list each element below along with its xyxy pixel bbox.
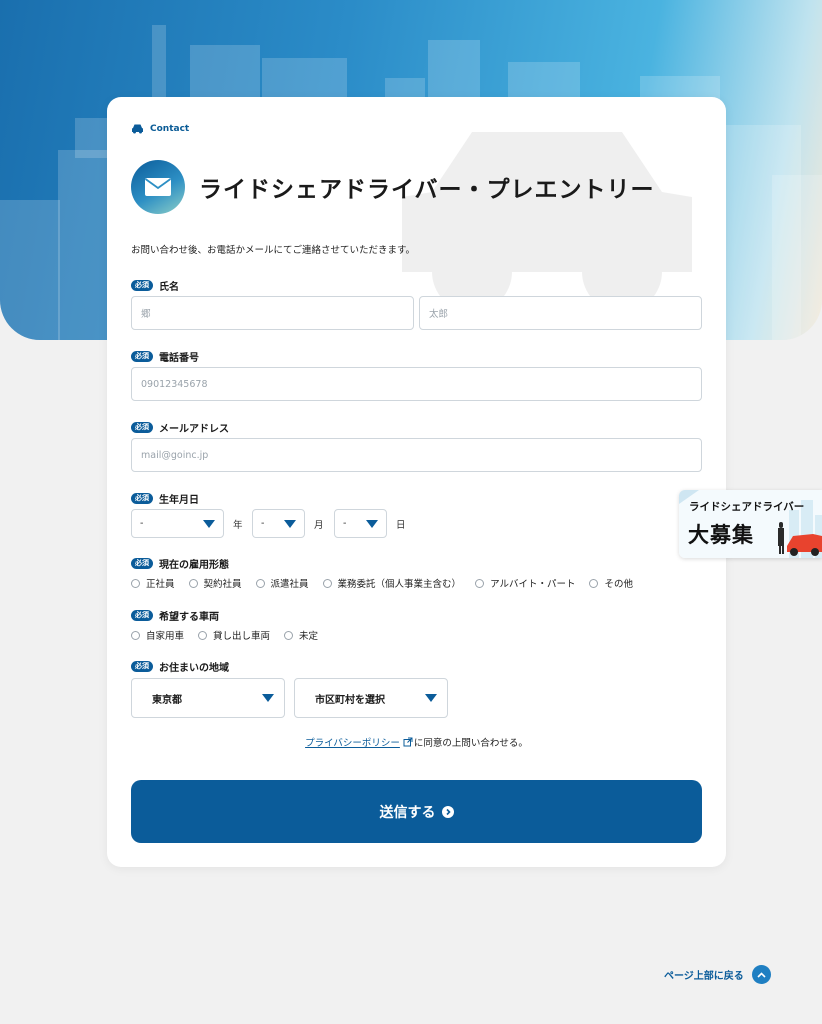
recruit-banner[interactable]: ライドシェアドライバー 大募集 [679, 490, 822, 558]
required-badge: 必須 [131, 558, 153, 569]
email-input[interactable]: mail@goinc.jp [131, 438, 702, 472]
employment-radio-fulltime[interactable]: 正社員 [131, 576, 175, 590]
required-badge: 必須 [131, 351, 153, 362]
birth-label-row: 必須 生年月日 [131, 491, 199, 506]
phone-input[interactable]: 09012345678 [131, 367, 702, 401]
phone-label: 電話番号 [159, 353, 199, 364]
banner-line1: ライドシェアドライバー [689, 501, 805, 513]
chevron-down-icon [284, 519, 296, 528]
vehicle-radio-rental[interactable]: 貸し出し車両 [198, 628, 270, 642]
birth-year-value: - [140, 518, 144, 529]
back-to-top-link[interactable]: ページ上部に戻る [664, 965, 771, 984]
contact-label: Contact [150, 123, 190, 134]
radio-circle[interactable] [475, 578, 485, 588]
required-badge: 必須 [131, 610, 153, 621]
employment-label: 現在の雇用形態 [159, 560, 229, 571]
region-label: お住まいの地域 [159, 663, 229, 674]
radio-circle[interactable] [131, 578, 140, 588]
page-title: ライドシェアドライバー・プレエントリー [199, 177, 655, 203]
name-label-row: 必須 氏名 [131, 278, 179, 293]
year-unit: 年 [233, 520, 243, 531]
vehicle-radio-group: 自家用車 貸し出し車両 未定 [131, 628, 332, 642]
city-select[interactable]: 市区町村を選択 [294, 678, 448, 718]
prefecture-select[interactable]: 東京都 [131, 678, 285, 718]
birth-label: 生年月日 [159, 495, 199, 506]
contact-heading: Contact [131, 123, 189, 134]
arrow-right-circle-icon [441, 805, 454, 818]
employment-label-row: 必須 現在の雇用形態 [131, 556, 229, 571]
last-name-input[interactable]: 郷 [131, 296, 414, 330]
first-name-input[interactable]: 太郎 [419, 296, 702, 330]
region-label-row: 必須 お住まいの地域 [131, 659, 229, 674]
month-unit: 月 [314, 520, 324, 531]
employment-radio-parttime[interactable]: アルバイト・パート [475, 576, 575, 590]
birth-day-value: - [343, 518, 347, 529]
email-label: メールアドレス [159, 424, 229, 435]
privacy-consent: プライバシーポリシー に同意の上問い合わせる。 [107, 735, 726, 749]
birth-month-select[interactable]: - [252, 509, 305, 538]
privacy-policy-link[interactable]: プライバシーポリシー [305, 738, 400, 749]
city-value: 市区町村を選択 [315, 694, 385, 706]
employment-radio-other[interactable]: その他 [589, 576, 633, 590]
required-badge: 必須 [131, 661, 153, 672]
external-link-icon [403, 737, 413, 747]
title-row: ライドシェアドライバー・プレエントリー [131, 160, 655, 214]
email-label-row: 必須 メールアドレス [131, 420, 229, 435]
required-badge: 必須 [131, 422, 153, 433]
name-label: 氏名 [159, 282, 179, 293]
red-car-graphic [778, 522, 822, 556]
back-to-top-label: ページ上部に戻る [664, 971, 744, 982]
radio-circle[interactable] [589, 578, 599, 588]
birth-day-select[interactable]: - [334, 509, 387, 538]
envelope-icon [144, 178, 172, 196]
vehicle-label-row: 必須 希望する車両 [131, 608, 219, 623]
radio-circle[interactable] [255, 578, 265, 588]
radio-circle[interactable] [322, 578, 332, 588]
radio-circle[interactable] [188, 578, 198, 588]
day-unit: 日 [396, 520, 406, 531]
radio-circle[interactable] [131, 630, 140, 640]
contact-form-card: Contact ライドシェアドライバー・プレエントリー お問い合わせ後、お電話か… [107, 97, 726, 867]
employment-radio-group: 正社員 契約社員 派遣社員 業務委託（個人事業主含む） アルバイト・パート その… [131, 576, 647, 590]
vehicle-radio-undecided[interactable]: 未定 [284, 628, 318, 642]
required-badge: 必須 [131, 280, 153, 291]
chevron-up-icon [751, 965, 771, 984]
mail-badge [131, 160, 185, 214]
submit-button[interactable]: 送信する [131, 780, 702, 843]
chevron-down-icon [262, 694, 274, 702]
radio-circle[interactable] [198, 630, 208, 640]
banner-line2: 大募集 [688, 523, 754, 547]
employment-radio-outsourcing[interactable]: 業務委託（個人事業主含む） [322, 576, 461, 590]
birth-year-select[interactable]: - [131, 509, 224, 538]
chevron-down-icon [425, 694, 437, 702]
submit-label: 送信する [379, 804, 436, 821]
car-icon [132, 124, 143, 134]
chevron-down-icon [203, 519, 215, 528]
required-badge: 必須 [131, 493, 153, 504]
car-watermark-icon [402, 132, 692, 312]
radio-circle[interactable] [284, 630, 294, 640]
chevron-down-icon [366, 519, 378, 528]
phone-label-row: 必須 電話番号 [131, 349, 199, 364]
prefecture-value: 東京都 [152, 694, 182, 706]
privacy-suffix: に同意の上問い合わせる。 [413, 738, 528, 749]
employment-radio-dispatch[interactable]: 派遣社員 [255, 576, 309, 590]
lead-text: お問い合わせ後、お電話かメールにてご連絡させていただきます。 [131, 245, 416, 256]
employment-radio-contract[interactable]: 契約社員 [188, 576, 242, 590]
vehicle-radio-own[interactable]: 自家用車 [131, 628, 184, 642]
vehicle-label: 希望する車両 [159, 612, 219, 623]
birth-month-value: - [261, 518, 265, 529]
